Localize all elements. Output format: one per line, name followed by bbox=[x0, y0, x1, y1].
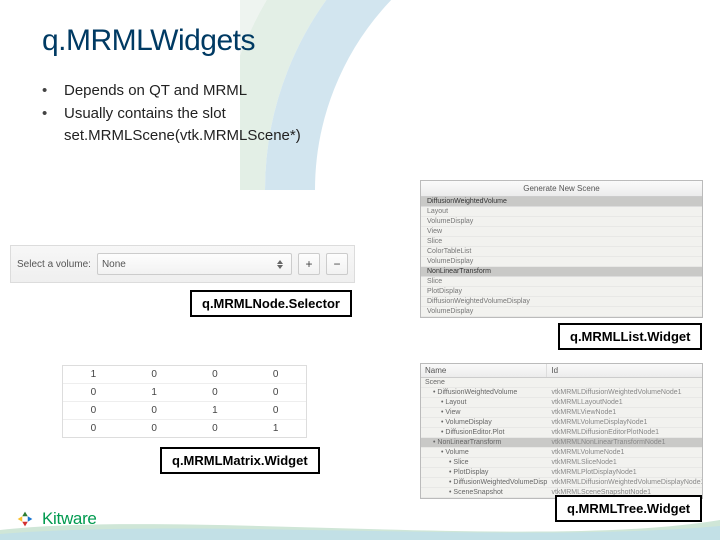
tree-col-id: Id bbox=[547, 364, 702, 377]
tree-row-id: vtkMRMLSliceNode1 bbox=[547, 458, 702, 467]
tree-row-name: • VolumeDisplay bbox=[421, 418, 547, 427]
matrix-cell[interactable]: 0 bbox=[245, 366, 306, 383]
list-widget-header: Generate New Scene bbox=[421, 181, 702, 197]
node-selector-combo[interactable]: None bbox=[97, 253, 292, 275]
tree-row-name: • Layout bbox=[421, 398, 547, 407]
tree-row-id: vtkMRMLLayoutNode1 bbox=[547, 398, 702, 407]
tree-row[interactable]: • VolumeDisplayvtkMRMLVolumeDisplayNode1 bbox=[421, 418, 702, 428]
callout-tree-widget: q.MRMLTree.Widget bbox=[555, 495, 702, 522]
matrix-cell[interactable]: 0 bbox=[185, 420, 246, 437]
tree-row-name: • DiffusionEditor.Plot bbox=[421, 428, 547, 437]
bullet-list: • Depends on QT and MRML • Usually conta… bbox=[42, 80, 678, 148]
matrix-cell[interactable]: 0 bbox=[124, 420, 185, 437]
tree-row-id: vtkMRMLPlotDisplayNode1 bbox=[547, 468, 702, 477]
kitware-logo-icon bbox=[14, 508, 36, 530]
node-selector-widget: Select a volume: None + − bbox=[10, 245, 355, 283]
tree-header: Name Id bbox=[421, 364, 702, 378]
matrix-widget[interactable]: 1000010000100001 bbox=[62, 365, 307, 438]
tree-row-name: • PlotDisplay bbox=[421, 468, 547, 477]
matrix-cell[interactable]: 1 bbox=[124, 384, 185, 401]
matrix-cell[interactable]: 1 bbox=[63, 366, 124, 383]
bullet-dot-icon: • bbox=[42, 103, 54, 126]
tree-row-name: • View bbox=[421, 408, 547, 417]
kitware-logo-text: Kitware bbox=[42, 509, 97, 529]
tree-row-id: vtkMRMLVolumeDisplayNode1 bbox=[547, 418, 702, 427]
list-item[interactable]: VolumeDisplay bbox=[421, 257, 702, 267]
tree-row-name: Scene bbox=[421, 378, 547, 387]
slide-title: q.MRMLWidgets bbox=[42, 24, 678, 58]
matrix-cell[interactable]: 1 bbox=[245, 420, 306, 437]
matrix-cell[interactable]: 0 bbox=[245, 402, 306, 419]
remove-node-button[interactable]: − bbox=[326, 253, 348, 275]
matrix-row: 0001 bbox=[63, 420, 306, 437]
tree-row-name: • DiffusionWeightedVolume bbox=[421, 388, 547, 397]
bullet-dot-icon: • bbox=[42, 80, 54, 103]
matrix-cell[interactable]: 0 bbox=[63, 420, 124, 437]
bullet-2-continuation: set.MRMLScene(vtk.MRMLScene*) bbox=[64, 125, 678, 148]
tree-row-name: • NonLinearTransform bbox=[421, 438, 547, 447]
callout-matrix-widget: q.MRMLMatrix.Widget bbox=[160, 447, 320, 474]
matrix-cell[interactable]: 1 bbox=[185, 402, 246, 419]
matrix-cell[interactable]: 0 bbox=[124, 366, 185, 383]
callout-list-widget: q.MRMLList.Widget bbox=[558, 323, 702, 350]
list-widget-body: DiffusionWeightedVolumeLayoutVolumeDispl… bbox=[421, 197, 702, 317]
tree-row-id: vtkMRMLDiffusionWeightedVolumeNode1 bbox=[547, 388, 702, 397]
tree-row[interactable]: • DiffusionEditor.PlotvtkMRMLDiffusionEd… bbox=[421, 428, 702, 438]
list-item[interactable]: VolumeDisplay bbox=[421, 307, 702, 317]
tree-row-id: vtkMRMLViewNode1 bbox=[547, 408, 702, 417]
tree-row-id: vtkMRMLVolumeNode1 bbox=[547, 448, 702, 457]
matrix-cell[interactable]: 0 bbox=[185, 366, 246, 383]
tree-row-name: • Slice bbox=[421, 458, 547, 467]
tree-row[interactable]: • VolumevtkMRMLVolumeNode1 bbox=[421, 448, 702, 458]
tree-row-name: • DiffusionWeightedVolumeDisplay bbox=[421, 478, 547, 487]
list-item[interactable]: View bbox=[421, 227, 702, 237]
tree-row-id: vtkMRMLDiffusionEditorPlotNode1 bbox=[547, 428, 702, 437]
bullet-1: Depends on QT and MRML bbox=[64, 80, 247, 103]
tree-row[interactable]: Scene bbox=[421, 378, 702, 388]
tree-row[interactable]: • DiffusionWeightedVolumeDisplayvtkMRMLD… bbox=[421, 478, 702, 488]
list-item[interactable]: Layout bbox=[421, 207, 702, 217]
tree-row-id bbox=[547, 378, 702, 387]
tree-row[interactable]: • PlotDisplayvtkMRMLPlotDisplayNode1 bbox=[421, 468, 702, 478]
list-item[interactable]: DiffusionWeightedVolume bbox=[421, 197, 702, 207]
tree-widget[interactable]: Name Id Scene• DiffusionWeightedVolumevt… bbox=[420, 363, 703, 499]
matrix-row: 0100 bbox=[63, 384, 306, 402]
tree-row-id: vtkMRMLNonLinearTransformNode1 bbox=[547, 438, 702, 447]
tree-col-name: Name bbox=[421, 364, 547, 377]
matrix-cell[interactable]: 0 bbox=[63, 384, 124, 401]
list-item[interactable]: ColorTableList bbox=[421, 247, 702, 257]
kitware-logo: Kitware bbox=[14, 508, 97, 530]
tree-row[interactable]: • NonLinearTransformvtkMRMLNonLinearTran… bbox=[421, 438, 702, 448]
tree-row[interactable]: • LayoutvtkMRMLLayoutNode1 bbox=[421, 398, 702, 408]
list-item[interactable]: NonLinearTransform bbox=[421, 267, 702, 277]
node-selector-value: None bbox=[102, 259, 126, 270]
matrix-cell[interactable]: 0 bbox=[245, 384, 306, 401]
tree-row-name: • SceneSnapshot bbox=[421, 488, 547, 497]
list-item[interactable]: VolumeDisplay bbox=[421, 217, 702, 227]
matrix-cell[interactable]: 0 bbox=[185, 384, 246, 401]
matrix-row: 0010 bbox=[63, 402, 306, 420]
tree-row-id: vtkMRMLDiffusionWeightedVolumeDisplayNod… bbox=[547, 478, 702, 487]
tree-row-name: • Volume bbox=[421, 448, 547, 457]
add-node-button[interactable]: + bbox=[298, 253, 320, 275]
list-item[interactable]: PlotDisplay bbox=[421, 287, 702, 297]
list-widget[interactable]: Generate New Scene DiffusionWeightedVolu… bbox=[420, 180, 703, 318]
matrix-cell[interactable]: 0 bbox=[63, 402, 124, 419]
bullet-2: Usually contains the slot bbox=[64, 103, 226, 126]
spinner-icon[interactable] bbox=[277, 260, 287, 269]
tree-row[interactable]: • ViewvtkMRMLViewNode1 bbox=[421, 408, 702, 418]
callout-node-selector: q.MRMLNode.Selector bbox=[190, 290, 352, 317]
list-item[interactable]: DiffusionWeightedVolumeDisplay bbox=[421, 297, 702, 307]
tree-row[interactable]: • SlicevtkMRMLSliceNode1 bbox=[421, 458, 702, 468]
matrix-cell[interactable]: 0 bbox=[124, 402, 185, 419]
matrix-row: 1000 bbox=[63, 366, 306, 384]
list-item[interactable]: Slice bbox=[421, 277, 702, 287]
list-item[interactable]: Slice bbox=[421, 237, 702, 247]
node-selector-label: Select a volume: bbox=[17, 259, 91, 270]
tree-row[interactable]: • DiffusionWeightedVolumevtkMRMLDiffusio… bbox=[421, 388, 702, 398]
